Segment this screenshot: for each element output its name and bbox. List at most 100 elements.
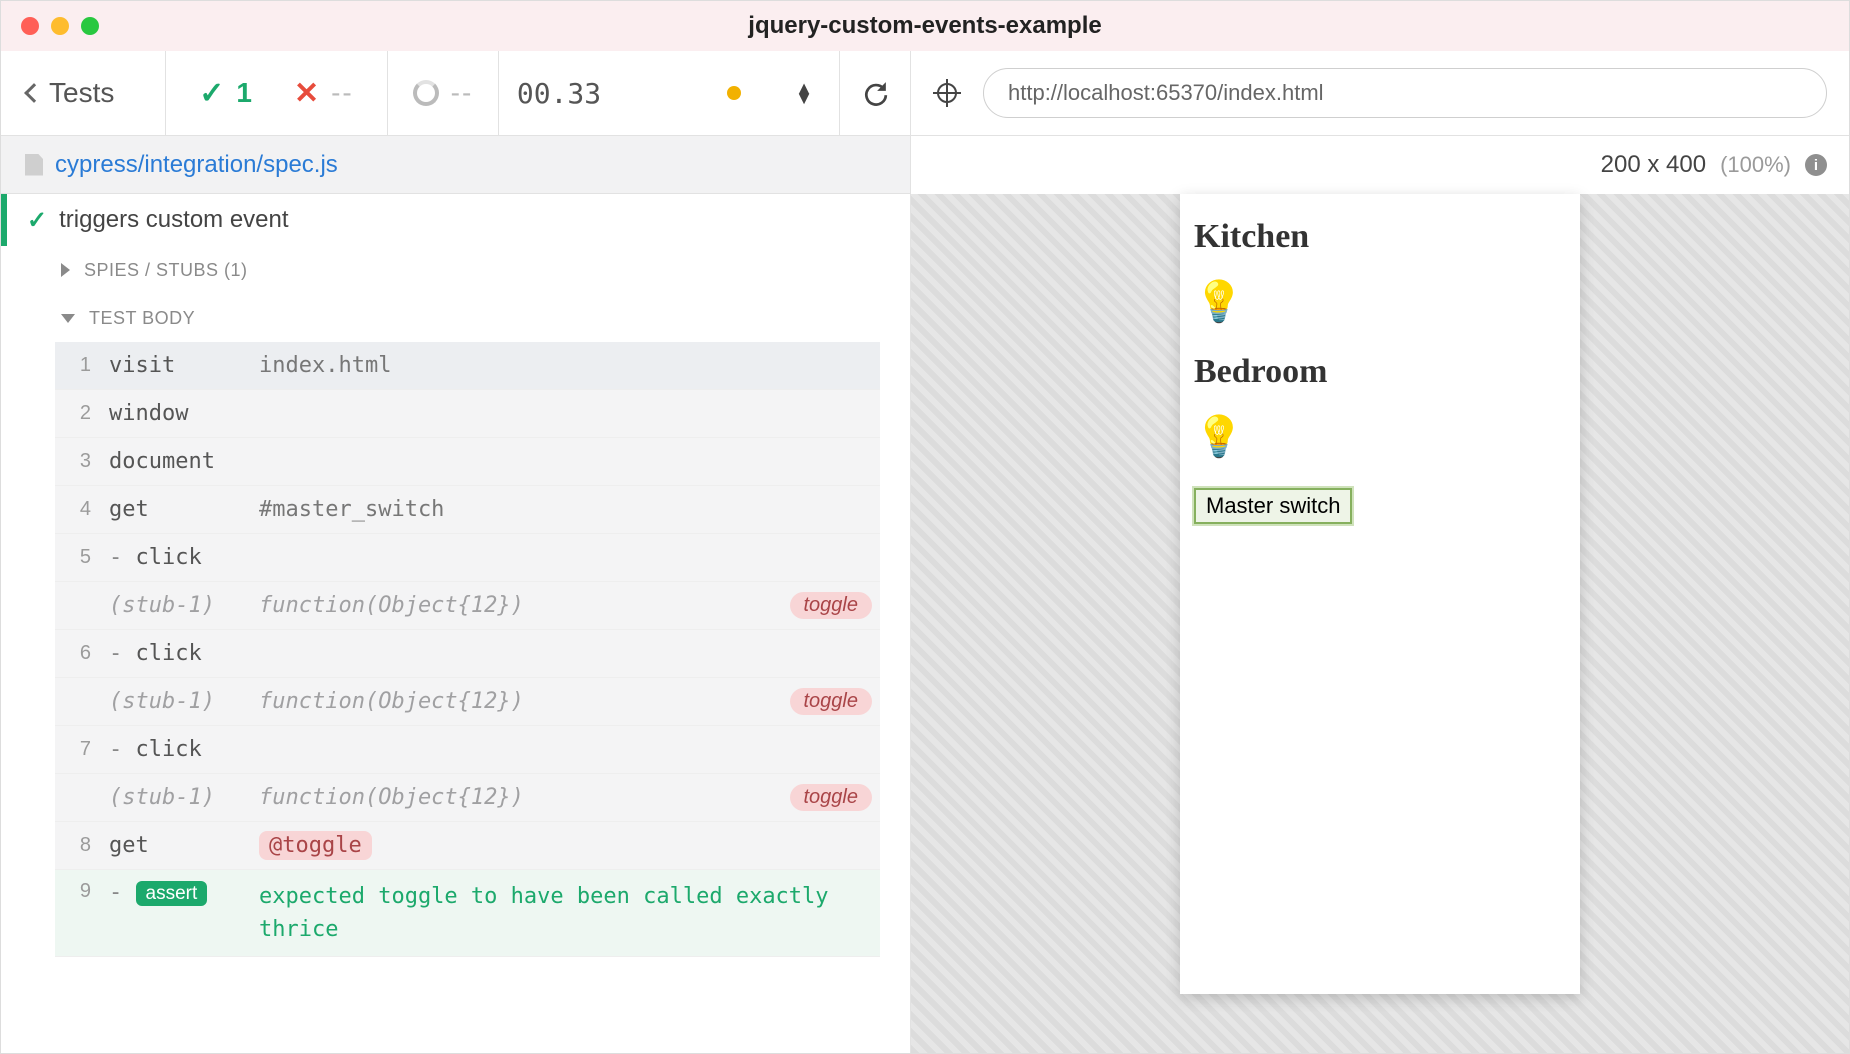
url-field[interactable]: http://localhost:65370/index.html xyxy=(983,68,1827,118)
warning-dot-icon xyxy=(727,86,741,100)
stub-arg: function(Object{12}) xyxy=(259,593,790,618)
pending-count: -- xyxy=(451,77,474,109)
command-num: 9 xyxy=(63,880,91,903)
command-num: 2 xyxy=(63,402,91,425)
assert-row[interactable]: 9 - assert expected toggle to have been … xyxy=(55,870,880,957)
command-name: window xyxy=(109,401,259,426)
spec-file-path: cypress/integration/spec.js xyxy=(55,151,338,179)
tests-label: Tests xyxy=(49,77,114,109)
passed-count: 1 xyxy=(236,77,252,109)
lightbulb-icon[interactable]: 💡 xyxy=(1194,278,1566,325)
event-pill: toggle xyxy=(790,592,873,619)
test-title: triggers custom event xyxy=(59,206,288,234)
auto-scroll-toggle[interactable] xyxy=(699,86,769,100)
command-name: get xyxy=(109,833,259,858)
command-name: document xyxy=(109,449,259,474)
room-heading: Bedroom xyxy=(1194,353,1566,391)
command-name: click xyxy=(109,737,259,762)
test-title-row[interactable]: ✓ triggers custom event xyxy=(1,194,910,246)
viewport-dimensions: 200 x 400 xyxy=(1601,151,1706,179)
master-switch-button[interactable]: Master switch xyxy=(1194,488,1352,524)
lightbulb-icon[interactable]: 💡 xyxy=(1194,413,1566,460)
stub-row[interactable]: (stub-1) function(Object{12}) toggle xyxy=(55,774,880,822)
command-log: 1 visit index.html 2 window 3 document 4… xyxy=(1,342,910,1053)
zoom-icon[interactable] xyxy=(81,17,99,35)
stub-name: (stub-1) xyxy=(109,689,259,714)
window-controls xyxy=(1,17,99,35)
duration: 00.33 xyxy=(499,51,619,135)
command-row[interactable]: 1 visit index.html xyxy=(55,342,880,390)
command-arg: @toggle xyxy=(259,831,872,860)
file-icon xyxy=(25,154,43,176)
command-num: 3 xyxy=(63,450,91,473)
command-row[interactable]: 8 get @toggle xyxy=(55,822,880,870)
command-name: get xyxy=(109,497,259,522)
back-to-tests-button[interactable]: Tests xyxy=(1,51,166,135)
stats-bar: Tests ✓ 1 ✕ -- -- 00.33 xyxy=(1,51,910,136)
command-arg: #master_switch xyxy=(259,497,872,522)
stub-arg: function(Object{12}) xyxy=(259,785,790,810)
room-heading: Kitchen xyxy=(1194,218,1566,256)
test-body-label: TEST BODY xyxy=(89,308,195,329)
pass-fail-counts: ✓ 1 ✕ -- xyxy=(166,51,388,135)
command-num: 5 xyxy=(63,546,91,569)
spec-file-bar[interactable]: cypress/integration/spec.js xyxy=(1,136,910,194)
minimize-icon[interactable] xyxy=(51,17,69,35)
app-preview-panel: http://localhost:65370/index.html 200 x … xyxy=(911,51,1849,1053)
command-row[interactable]: 6 click xyxy=(55,630,880,678)
app-frame: Kitchen 💡 Bedroom 💡 Master switch xyxy=(1180,194,1580,994)
stub-row[interactable]: (stub-1) function(Object{12}) toggle xyxy=(55,582,880,630)
command-row[interactable]: 4 get #master_switch xyxy=(55,486,880,534)
updown-icon: ▲▼ xyxy=(795,83,813,103)
alias-pill: @toggle xyxy=(259,831,372,860)
reload-button[interactable] xyxy=(840,80,910,106)
command-name: click xyxy=(109,545,259,570)
command-row[interactable]: 5 click xyxy=(55,534,880,582)
command-num: 1 xyxy=(63,354,91,377)
chevron-left-icon xyxy=(24,83,44,103)
preview-area: Kitchen 💡 Bedroom 💡 Master switch xyxy=(911,194,1849,1053)
command-name: click xyxy=(109,641,259,666)
reload-icon xyxy=(862,80,888,106)
viewport-zoom: (100%) xyxy=(1720,152,1791,178)
event-pill: toggle xyxy=(790,784,873,811)
command-num: 4 xyxy=(63,498,91,521)
assert-text: expected toggle to have been called exac… xyxy=(259,880,872,946)
url-bar: http://localhost:65370/index.html xyxy=(911,51,1849,136)
assert-pill: assert xyxy=(136,881,208,906)
event-pill: toggle xyxy=(790,688,873,715)
command-name: visit xyxy=(109,353,259,378)
caret-down-icon xyxy=(61,314,75,323)
stub-row[interactable]: (stub-1) function(Object{12}) toggle xyxy=(55,678,880,726)
stub-arg: function(Object{12}) xyxy=(259,689,790,714)
spies-stubs-label: SPIES / STUBS (1) xyxy=(84,260,248,281)
x-icon: ✕ xyxy=(294,76,319,111)
failed-count: -- xyxy=(331,77,354,109)
caret-right-icon xyxy=(61,263,70,277)
test-body-section[interactable]: TEST BODY xyxy=(1,294,910,342)
stub-name: (stub-1) xyxy=(109,593,259,618)
url-text: http://localhost:65370/index.html xyxy=(1008,80,1324,106)
scroll-updown-button[interactable]: ▲▼ xyxy=(769,83,839,103)
window-frame: jquery-custom-events-example Tests ✓ 1 ✕… xyxy=(0,0,1850,1054)
command-num: 6 xyxy=(63,642,91,665)
check-icon: ✓ xyxy=(199,76,224,111)
selector-playground-button[interactable] xyxy=(933,79,961,107)
pending-count-cell: -- xyxy=(388,51,498,135)
command-row[interactable]: 2 window xyxy=(55,390,880,438)
reporter-panel: Tests ✓ 1 ✕ -- -- 00.33 xyxy=(1,51,911,1053)
command-row[interactable]: 3 document xyxy=(55,438,880,486)
check-icon: ✓ xyxy=(27,206,47,235)
info-icon[interactable]: i xyxy=(1805,154,1827,176)
window-title: jquery-custom-events-example xyxy=(748,12,1101,40)
command-num: 8 xyxy=(63,834,91,857)
spies-stubs-section[interactable]: SPIES / STUBS (1) xyxy=(1,246,910,294)
viewport-header: 200 x 400 (100%) i xyxy=(911,136,1849,194)
pending-icon xyxy=(413,80,439,106)
stub-name: (stub-1) xyxy=(109,785,259,810)
close-icon[interactable] xyxy=(21,17,39,35)
command-num: 7 xyxy=(63,738,91,761)
command-row[interactable]: 7 click xyxy=(55,726,880,774)
title-bar: jquery-custom-events-example xyxy=(1,1,1849,51)
command-arg: index.html xyxy=(259,353,872,378)
